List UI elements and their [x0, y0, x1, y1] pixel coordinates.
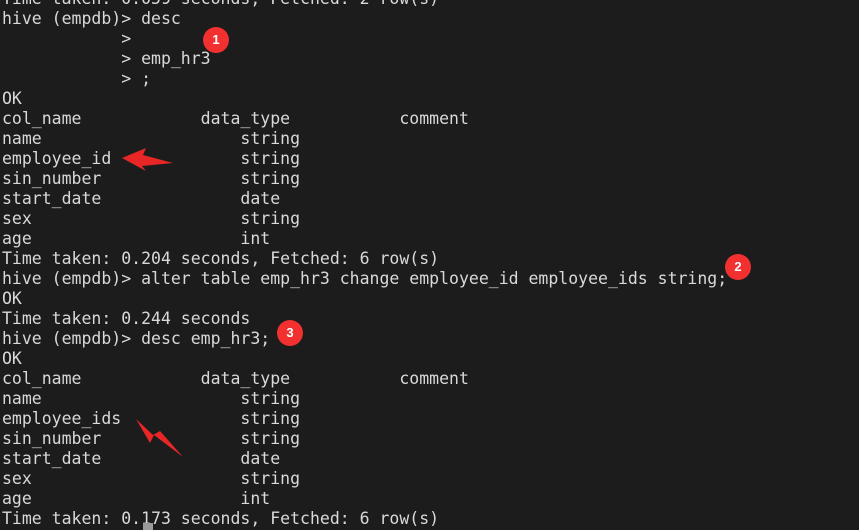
- terminal-line-table-row: sex string: [2, 209, 301, 228]
- terminal-line-status: OK: [2, 349, 22, 368]
- terminal-line-continuation: > ;: [2, 69, 152, 88]
- terminal-line-prompt: hive (empdb)> desc: [2, 9, 181, 28]
- terminal-line-status: OK: [2, 89, 22, 108]
- terminal-line-continuation: >: [2, 29, 132, 48]
- terminal-line-continuation: > emp_hr3: [2, 49, 211, 68]
- terminal-line-prompt: hive (empdb)> desc emp_hr3;: [2, 329, 271, 348]
- terminal-line-prompt: hive (empdb)> alter table emp_hr3 change…: [2, 269, 728, 288]
- terminal-line: Time taken: 0.059 seconds, Fetched: 2 ro…: [2, 0, 439, 9]
- terminal-line-table-row: name string: [2, 389, 301, 408]
- step-badge-1: 1: [203, 27, 229, 53]
- terminal-line-status: Time taken: 0.244 seconds: [2, 309, 251, 328]
- terminal-line-table-header: col_name data_type comment: [2, 369, 469, 388]
- terminal-line-table-row: sin_number string: [2, 169, 301, 188]
- terminal-line-table-row: sin_number string: [2, 429, 301, 448]
- terminal-line-status: OK: [2, 289, 22, 308]
- terminal-line-table-header: col_name data_type comment: [2, 109, 469, 128]
- terminal-line-table-row: start_date date: [2, 449, 281, 468]
- terminal-line-table-row: name string: [2, 129, 301, 148]
- terminal-line-status: Time taken: 0.173 seconds, Fetched: 6 ro…: [2, 509, 440, 528]
- step-badge-2: 2: [725, 254, 751, 280]
- terminal-line-table-row: age int: [2, 229, 271, 248]
- terminal-line-table-row: age int: [2, 489, 271, 508]
- terminal-line-table-row: start_date date: [2, 189, 281, 208]
- terminal-line-table-row: employee_id string: [2, 149, 301, 168]
- terminal-line-table-row: employee_ids string: [2, 409, 301, 428]
- step-badge-3: 3: [277, 320, 303, 346]
- text-cursor: [143, 523, 153, 530]
- terminal-line-status: Time taken: 0.204 seconds, Fetched: 6 ro…: [2, 249, 440, 268]
- terminal-screenshot: Time taken: 0.059 seconds, Fetched: 2 ro…: [0, 0, 859, 530]
- terminal-line-table-row: sex string: [2, 469, 301, 488]
